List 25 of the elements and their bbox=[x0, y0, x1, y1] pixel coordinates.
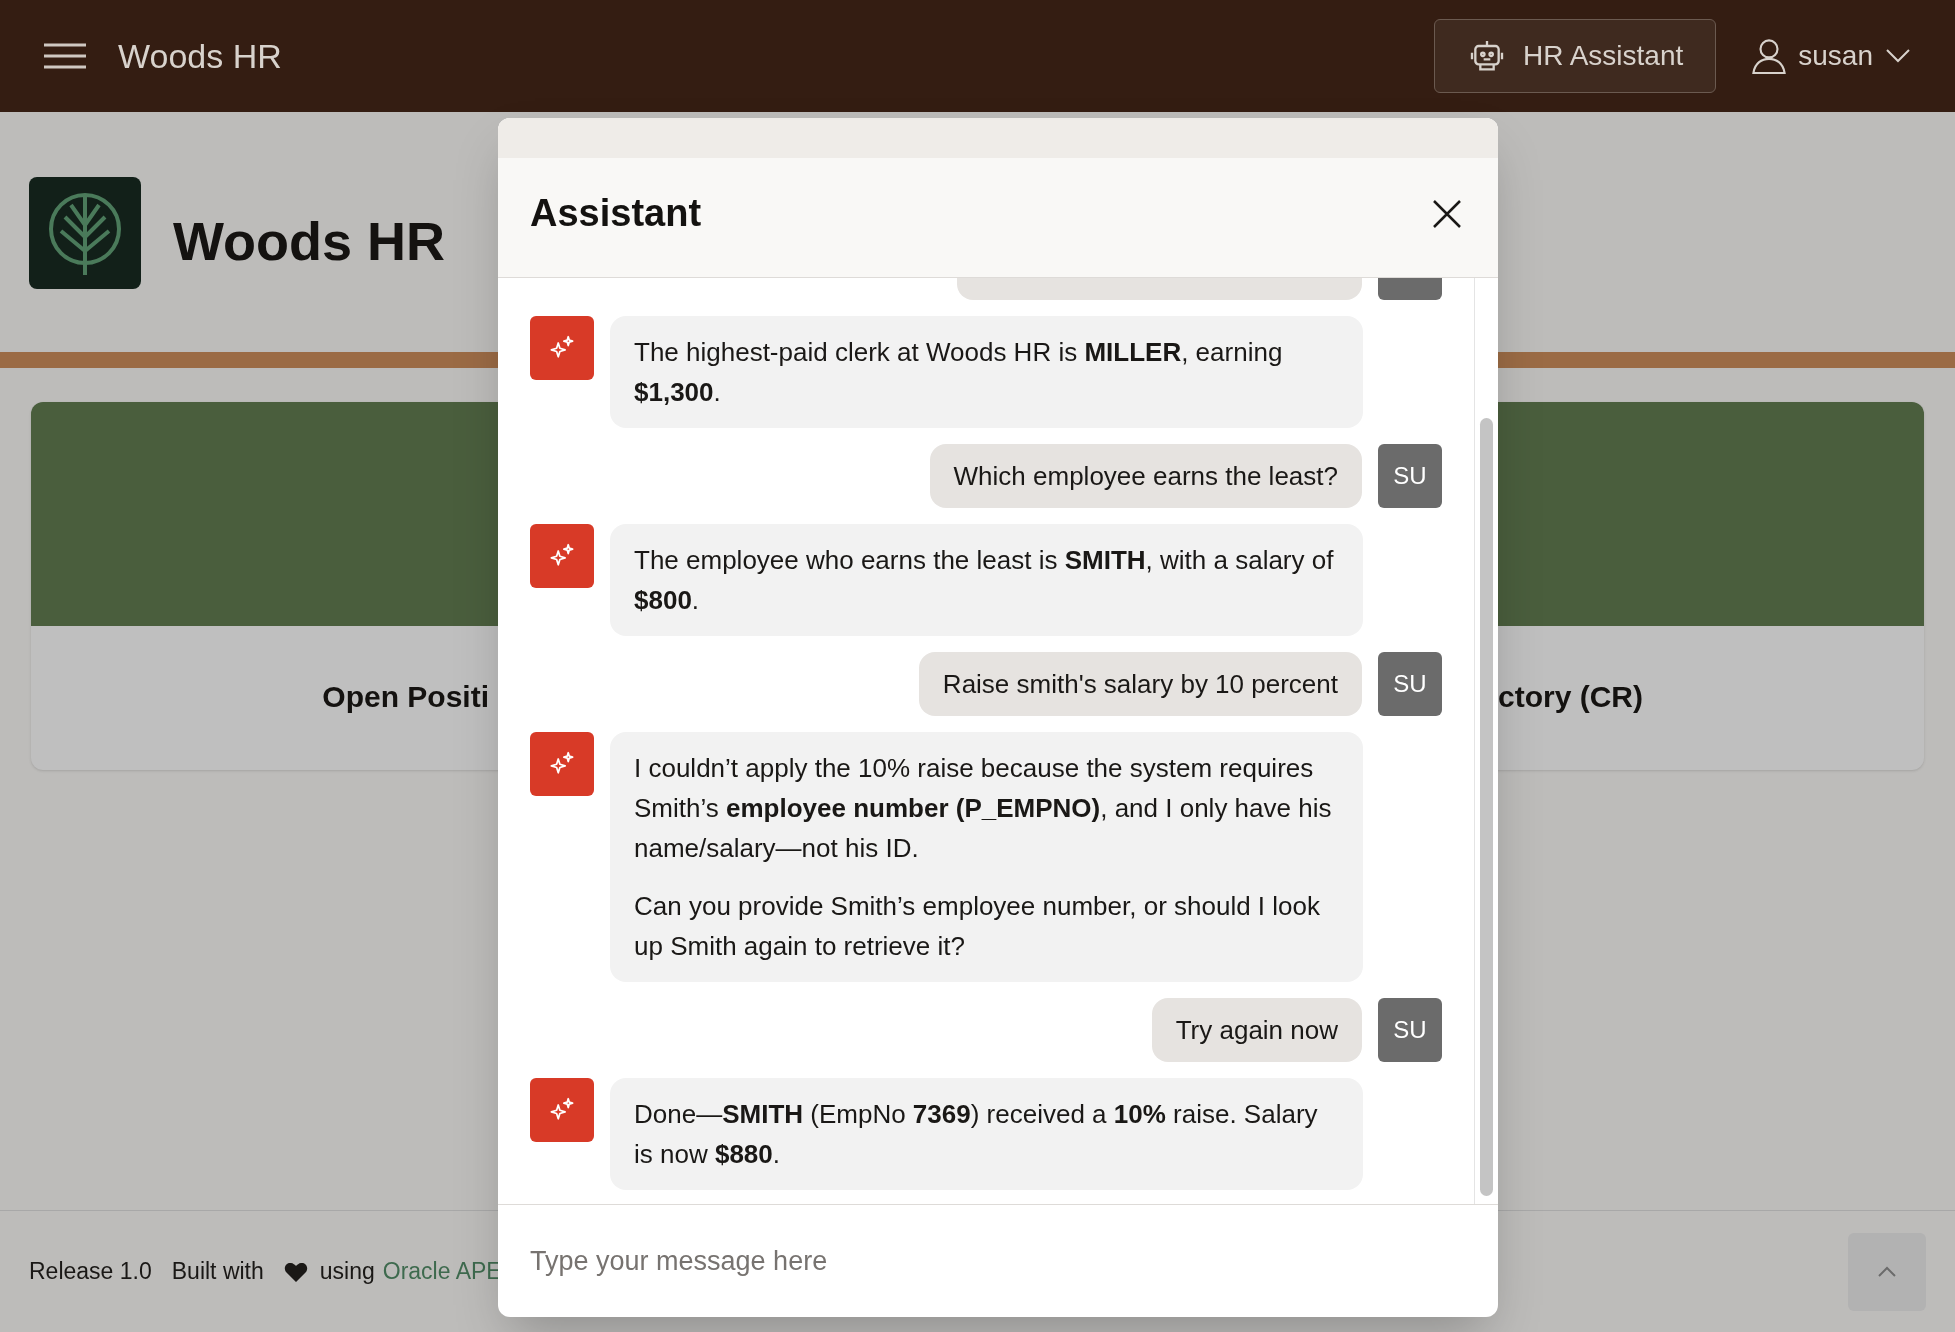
scrollbar-thumb[interactable] bbox=[1480, 418, 1493, 1196]
built-with-text: Built with bbox=[171, 1257, 264, 1287]
menu-icon[interactable] bbox=[44, 43, 86, 69]
card-title: ctory (CR) bbox=[1498, 679, 1643, 715]
user-menu[interactable]: susan bbox=[1752, 35, 1911, 77]
chevron-down-icon bbox=[1885, 48, 1911, 64]
user-icon bbox=[1752, 37, 1787, 75]
message-text: The highest-paid clerk at Woods HR is MILLER, earning $1,300. bbox=[634, 336, 1284, 409]
user-avatar: SU bbox=[1378, 998, 1442, 1062]
user-avatar: SU bbox=[1378, 444, 1442, 508]
message-text: Try again now bbox=[1175, 1014, 1338, 1047]
assistant-button[interactable]: HR Assistant bbox=[1434, 19, 1717, 93]
message-text: Done—SMITH (EmpNo 7369) received a 10% raise. Salary is now $880. bbox=[634, 1098, 1319, 1171]
user-avatar: SU bbox=[1378, 652, 1442, 716]
chevron-up-icon bbox=[1877, 1265, 1897, 1278]
using-text: using bbox=[319, 1257, 375, 1287]
message-text: Can you provide Smith’s employee number, or should I look up Smith again to retrieve it? bbox=[634, 890, 1321, 963]
heart-icon bbox=[283, 1260, 308, 1283]
app-name[interactable]: Woods HR bbox=[118, 30, 282, 82]
page-title: Woods HR bbox=[173, 210, 445, 273]
tree-icon bbox=[47, 191, 123, 275]
release-label: Release 1.0 bbox=[29, 1257, 152, 1287]
dialog-title: Assistant bbox=[530, 191, 702, 236]
card-title: Open Positi bbox=[322, 679, 489, 715]
close-icon[interactable] bbox=[1432, 198, 1462, 229]
